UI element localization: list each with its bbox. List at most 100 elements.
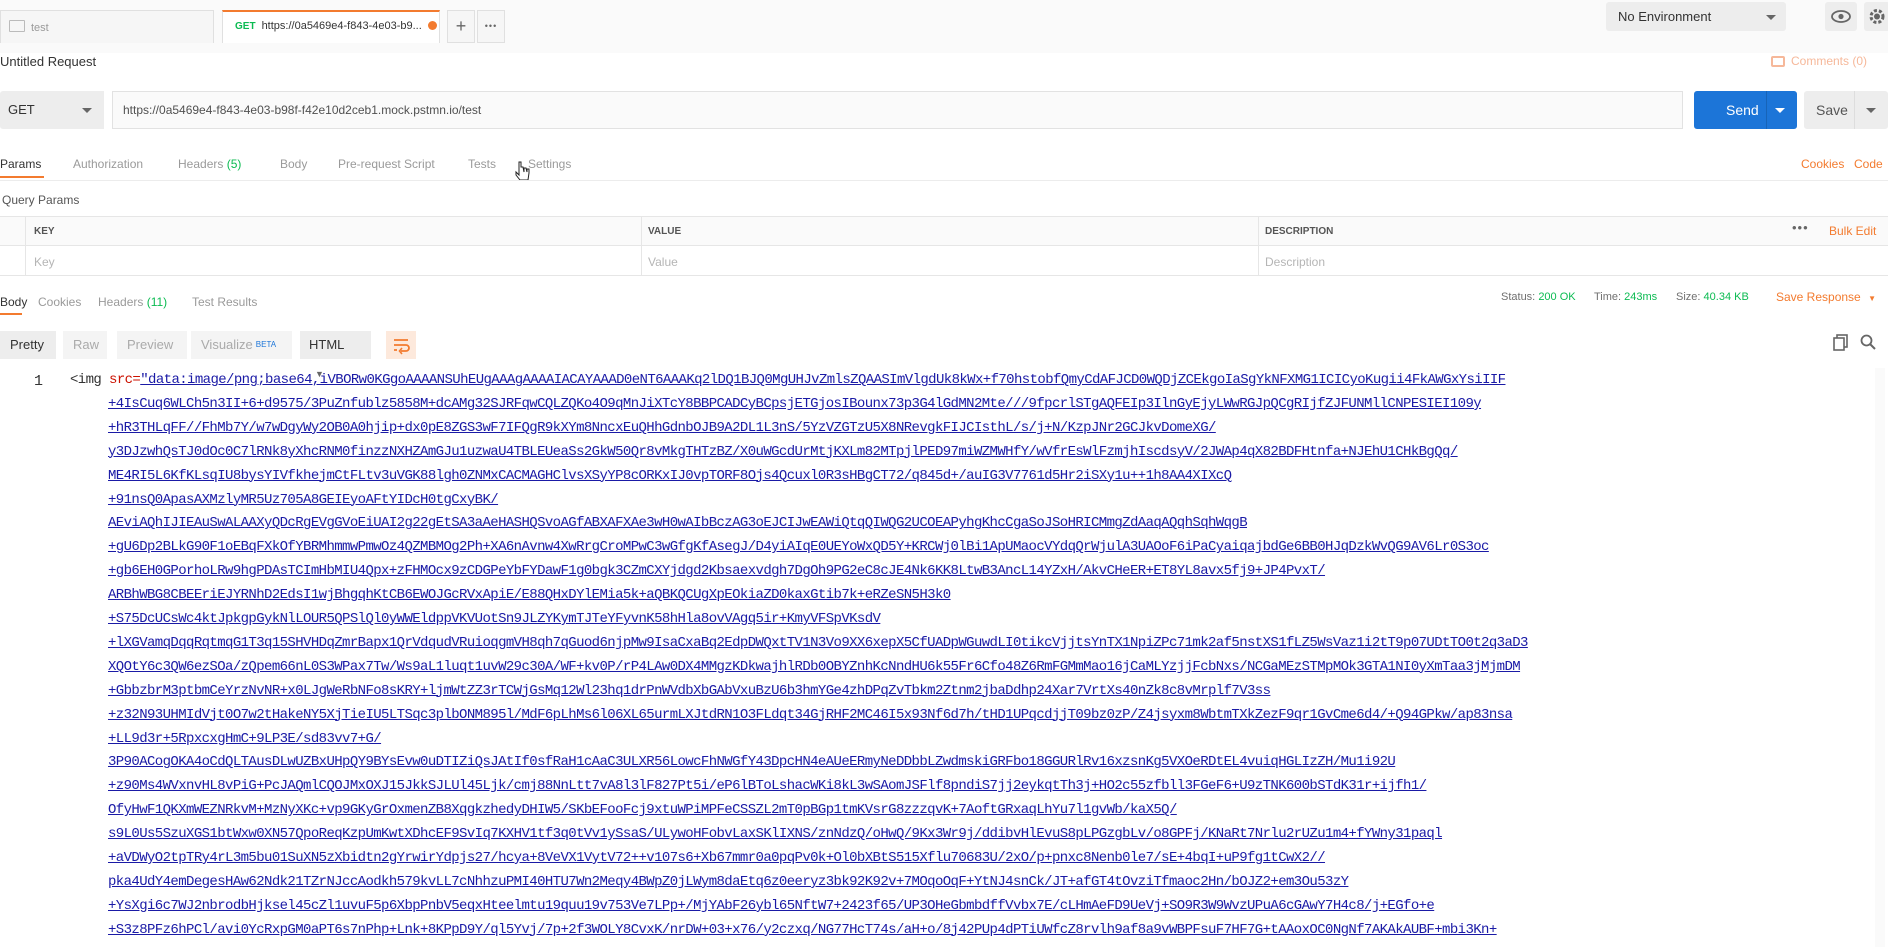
code-line: XQOtY6c3QW6ezSOa/zQpem66nL0S3WPax7Tw/Ws9… bbox=[108, 658, 1521, 675]
plus-icon: + bbox=[455, 16, 467, 36]
code-line: +z90Ms4WVxnvHL8vPiG+PcJAQmlCQOJMxOXJ15Jk… bbox=[108, 778, 1427, 795]
method-select[interactable]: GET bbox=[0, 91, 104, 129]
code-line: ME4RI5L6KfKLsqIU8bysYIVfkhejmCtFLtv3uVGK… bbox=[108, 467, 1232, 484]
request-name[interactable]: Untitled Request bbox=[0, 54, 96, 69]
environment-quick-look-button[interactable] bbox=[1825, 2, 1857, 31]
url-input[interactable]: https://0a5469e4-f843-4e03-b98f-f42e10d2… bbox=[112, 91, 1683, 129]
beta-badge: BETA bbox=[255, 340, 277, 349]
response-tab-cookies[interactable]: Cookies bbox=[38, 295, 81, 309]
tab-headers-label: Headers bbox=[178, 157, 224, 171]
status-label: Status: bbox=[1501, 291, 1536, 303]
pretty-button[interactable]: Pretty bbox=[0, 331, 56, 359]
tab-active-request[interactable]: GET https://0a5469e4-f843-4e03-b9... bbox=[222, 10, 440, 43]
save-options-chevron-icon[interactable] bbox=[1866, 108, 1876, 113]
wrap-lines-button[interactable] bbox=[386, 331, 416, 359]
visualize-button[interactable]: Visualize BETA bbox=[191, 331, 292, 359]
time-value: 243ms bbox=[1624, 291, 1658, 303]
status-value: 200 OK bbox=[1538, 291, 1576, 303]
more-icon[interactable]: ••• bbox=[1792, 220, 1809, 235]
status: Status: 200 OK bbox=[1501, 291, 1576, 303]
chevron-down-icon: ▼ bbox=[1868, 294, 1876, 303]
query-params-table: KEY Key VALUE Value DESCRIPTION Descript… bbox=[0, 216, 1888, 276]
environment-select[interactable]: No Environment bbox=[1606, 2, 1786, 31]
value-input[interactable]: Value bbox=[648, 255, 678, 269]
language-value: HTML bbox=[309, 337, 344, 352]
column-header-description: DESCRIPTION bbox=[1265, 226, 1334, 237]
comment-icon bbox=[1771, 56, 1785, 67]
tab-test[interactable]: test bbox=[0, 10, 214, 43]
comments-label: Comments (0) bbox=[1791, 54, 1868, 68]
comments-button[interactable]: Comments (0) bbox=[1771, 54, 1867, 68]
code-line: +YsXgi6c7WJ2nbrodbHjksel45cZl1uvuF5p6Xbp… bbox=[108, 897, 1435, 914]
tab-authorization[interactable]: Authorization bbox=[73, 157, 143, 171]
description-input[interactable]: Description bbox=[1265, 255, 1325, 269]
save-response-label: Save Response bbox=[1776, 290, 1861, 304]
code-line: 3P90ACogOKA4oCdQLTAusDLwUZBxUHpQY9BYsEvw… bbox=[108, 754, 1396, 771]
tab-headers[interactable]: Headers (5) bbox=[178, 157, 241, 171]
tab-prerequest-script[interactable]: Pre-request Script bbox=[338, 157, 435, 171]
visualize-label: Visualize bbox=[201, 337, 253, 352]
active-tab-indicator bbox=[0, 176, 44, 178]
line-number: 1 bbox=[34, 373, 44, 390]
query-params-title: Query Params bbox=[2, 193, 80, 207]
time-label: Time: bbox=[1594, 291, 1622, 303]
code-line: y3DJzwhQsTJ0dOc0C7lRNk8yXhcRNM0finzzNXHZ… bbox=[108, 443, 1458, 460]
save-divider bbox=[1854, 91, 1855, 129]
response-body-editor[interactable]: 1 <img src="data:image/png;base64,iVBORw… bbox=[0, 368, 1888, 947]
new-tab-button[interactable]: + bbox=[447, 10, 475, 43]
chevron-down-icon bbox=[1766, 15, 1776, 20]
code-link[interactable]: Code bbox=[1854, 157, 1883, 171]
code-line: +gU6Dp2BLkG90F1oEBqFXkOfYBRMhmmwPmwOz4QZ… bbox=[108, 539, 1489, 556]
active-tab-indicator bbox=[0, 313, 22, 315]
key-column: KEY Key bbox=[25, 217, 642, 275]
tab-params[interactable]: Params bbox=[0, 157, 41, 171]
save-response-button[interactable]: Save Response ▼ bbox=[1776, 290, 1876, 304]
key-input[interactable]: Key bbox=[34, 255, 55, 269]
code-line: +z32N93UHMIdVjt0O7w2tHakeNY5XjTieIU5LTSq… bbox=[108, 706, 1513, 723]
response-headers-label: Headers bbox=[98, 295, 144, 309]
response-size: Size: 40.34 KB bbox=[1676, 291, 1749, 303]
language-select[interactable]: HTML ▼ bbox=[300, 331, 371, 379]
manage-environments-button[interactable] bbox=[1864, 2, 1888, 31]
code-line: s9L0Us5SzuXGS1btWxw0XN57QpoReqKzpUmKwtXD… bbox=[108, 826, 1443, 843]
code-line: +lXGVamqDqqRqtmqG1T3q15SHVHDqZmrBapx1QrV… bbox=[108, 634, 1528, 651]
code-line: AEviAQhIJIEAuSwALAAXyQDcRgEVgGVoEiUAI2g2… bbox=[108, 515, 1248, 532]
eye-icon bbox=[1831, 10, 1851, 23]
tab-options-button[interactable]: ••• bbox=[477, 10, 505, 43]
column-header-key: KEY bbox=[34, 226, 55, 237]
bulk-edit-link[interactable]: Bulk Edit bbox=[1829, 224, 1876, 238]
response-tab-body[interactable]: Body bbox=[0, 295, 27, 309]
save-label: Save bbox=[1816, 102, 1848, 118]
code-line: +gb6EH0GPorhoLRw9hgPDAsTCImHbMIU4Qpx+zFH… bbox=[108, 563, 1326, 580]
tab-label: test bbox=[31, 22, 49, 34]
send-label: Send bbox=[1726, 102, 1759, 118]
preview-button[interactable]: Preview bbox=[117, 331, 187, 359]
size-label: Size: bbox=[1676, 291, 1701, 303]
save-button[interactable]: Save bbox=[1804, 91, 1888, 129]
tab-tests[interactable]: Tests bbox=[468, 157, 496, 171]
raw-button[interactable]: Raw bbox=[63, 331, 107, 359]
code-line: +LL9d3r+5RpxcxgHmC+9LP3E/sd83vv7+G/ bbox=[108, 730, 382, 747]
code-line: OfyHwF1QKXmWEZNRkvM+MzNyXKc+vp9GKyGrOxme… bbox=[108, 802, 1177, 819]
copy-icon[interactable] bbox=[1832, 333, 1850, 351]
tab-settings[interactable]: Settings bbox=[528, 157, 571, 171]
environment-select-value: No Environment bbox=[1618, 9, 1712, 24]
tab-method: GET bbox=[235, 21, 256, 32]
search-icon[interactable] bbox=[1859, 333, 1877, 351]
code-line: pka4UdY4emDegesHAw62Ndk21TZrNJccAodkh579… bbox=[108, 873, 1349, 890]
send-options-chevron-icon[interactable] bbox=[1775, 108, 1785, 113]
code-line: +S75DcUCsWc4ktJpkgpGykNlLOUR5QPSlQl0yWWE… bbox=[108, 611, 881, 627]
size-value: 40.34 KB bbox=[1703, 291, 1749, 303]
cookies-link[interactable]: Cookies bbox=[1801, 157, 1844, 171]
response-tab-test-results[interactable]: Test Results bbox=[192, 295, 257, 309]
code-line: +GbbzbrM3ptbmCeYrzNvNR+x0LJgWeRbNFo8sKRY… bbox=[108, 682, 1271, 699]
unsaved-dot-icon bbox=[427, 21, 437, 30]
code-line: ARBhWBG8CBEEriEJYRNhD2EdsI1wjBhgqhKtCB6E… bbox=[108, 587, 951, 604]
editor-scrollbar[interactable] bbox=[1875, 368, 1885, 947]
divider bbox=[0, 180, 1888, 181]
response-tab-headers[interactable]: Headers (11) bbox=[98, 295, 167, 309]
tab-body[interactable]: Body bbox=[280, 157, 307, 171]
tab-bar: test GET https://0a5469e4-f843-4e03-b9...… bbox=[0, 0, 1888, 53]
send-button[interactable]: Send bbox=[1694, 91, 1797, 129]
code-line: +aVDWyO2tpTRy4rL3m5bu01SuXN5zXbidtn2gYrw… bbox=[108, 850, 1326, 866]
